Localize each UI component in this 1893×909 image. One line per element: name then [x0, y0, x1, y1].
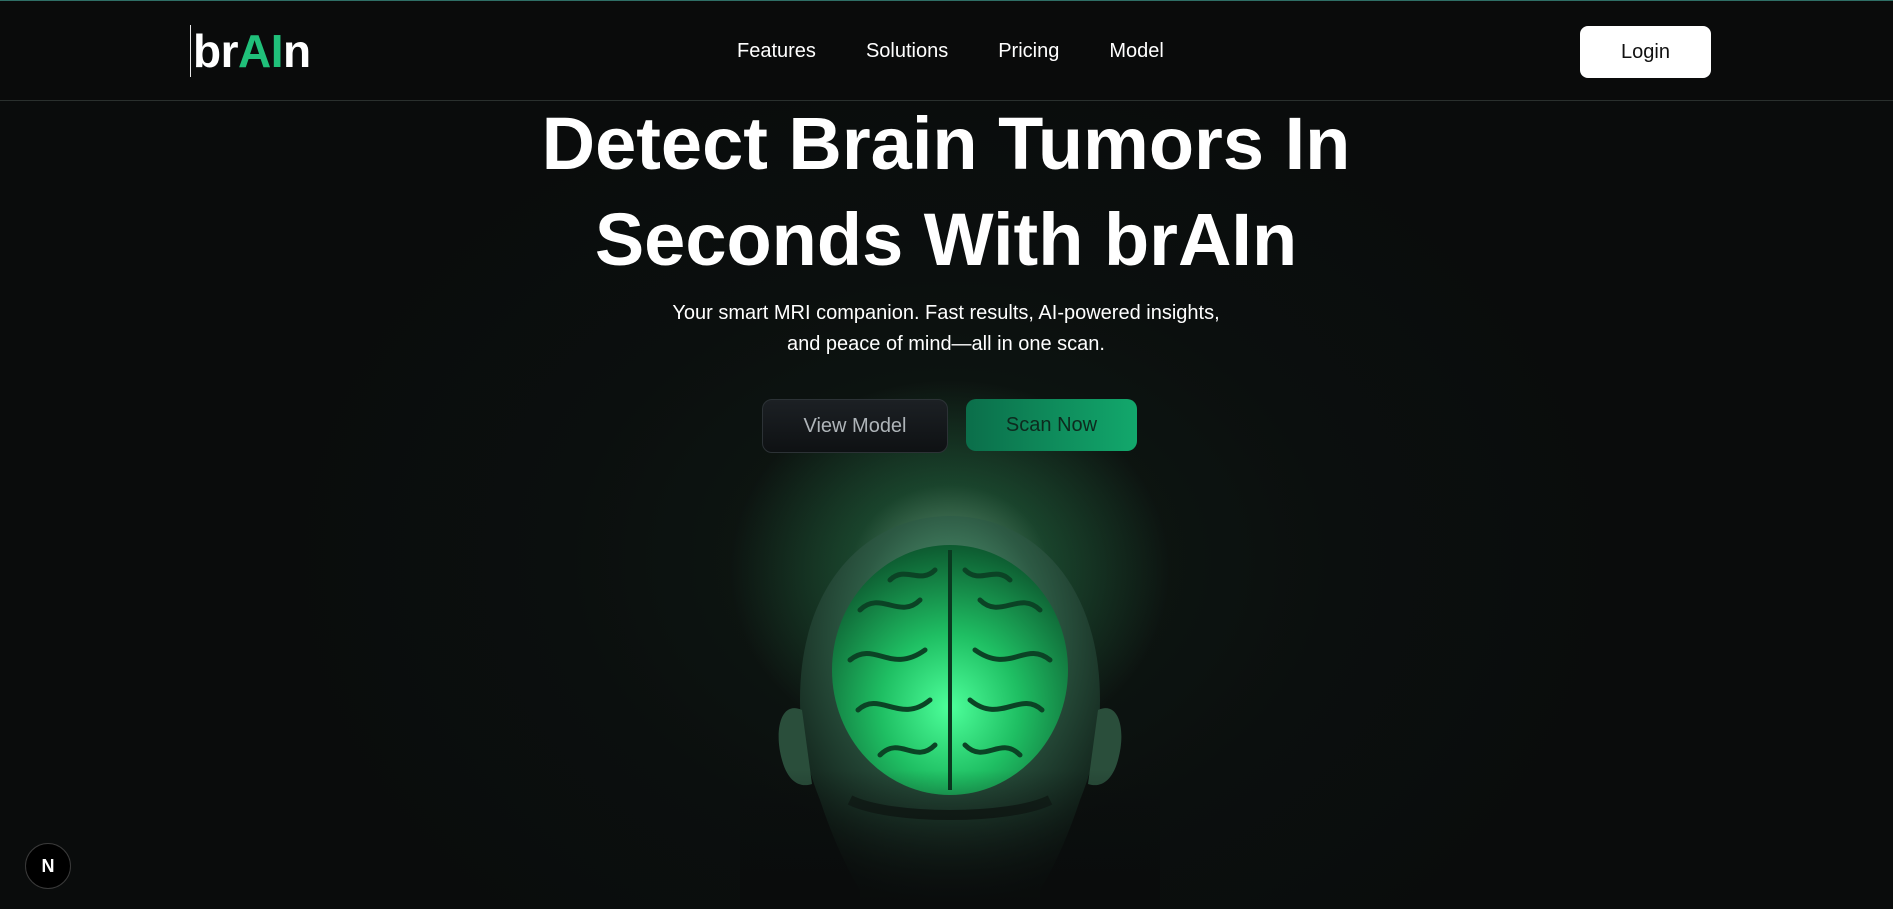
- nav-link-features[interactable]: Features: [737, 38, 816, 64]
- scan-now-button[interactable]: Scan Now: [966, 399, 1137, 451]
- hero-subtitle-line-1: Your smart MRI companion. Fast results, …: [672, 302, 1220, 324]
- view-model-button[interactable]: View Model: [762, 399, 948, 453]
- navbar: brAIn Features Solutions Pricing Model L…: [0, 1, 1893, 101]
- logo-text-highlight: AI: [238, 25, 284, 77]
- nav-link-pricing[interactable]: Pricing: [998, 38, 1059, 64]
- main-nav: Features Solutions Pricing Model: [737, 38, 1164, 64]
- nav-link-solutions[interactable]: Solutions: [866, 38, 948, 64]
- logo-text-prefix: br: [193, 25, 239, 77]
- login-button[interactable]: Login: [1580, 26, 1711, 78]
- nav-link-model[interactable]: Model: [1109, 38, 1163, 64]
- hero-subtitle-line-2: and peace of mind—all in one scan.: [787, 333, 1105, 355]
- hero-subtitle: Your smart MRI companion. Fast results, …: [596, 298, 1296, 360]
- landing-page: brAIn Features Solutions Pricing Model L…: [0, 0, 1893, 909]
- brain-head-illustration: [740, 516, 1160, 909]
- hero-title: Detect Brain Tumors In Seconds With brAI…: [446, 96, 1446, 288]
- hero-title-line-1: Detect Brain Tumors In: [541, 102, 1351, 185]
- logo-text-suffix: n: [283, 25, 311, 77]
- brand-logo[interactable]: brAIn: [190, 25, 311, 77]
- nextjs-icon[interactable]: N: [25, 843, 71, 889]
- hero-title-line-2: Seconds With brAIn: [594, 198, 1298, 281]
